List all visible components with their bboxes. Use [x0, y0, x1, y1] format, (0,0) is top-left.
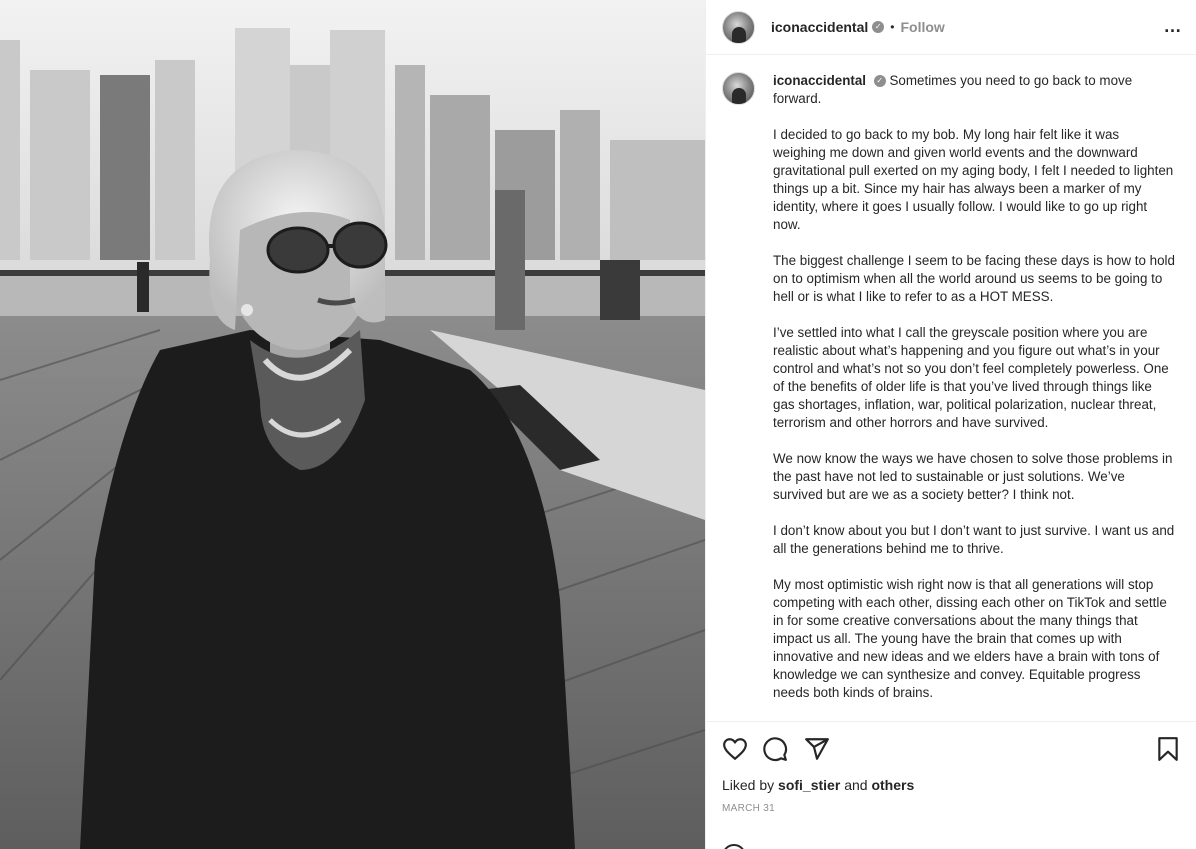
action-bar: Liked by sofi_stier and others MARCH 31 — [706, 721, 1196, 849]
caption-paragraph: My most optimistic wish right now is tha… — [773, 577, 1167, 700]
caption-paragraph: I’ve settled into what I call the greysc… — [773, 325, 1169, 430]
share-icon[interactable] — [804, 736, 830, 762]
liked-by-prefix: Liked by — [722, 777, 775, 793]
caption-text: iconaccidental ✓ Sometimes you need to g… — [773, 72, 1175, 720]
more-options-icon[interactable]: … — [1161, 14, 1185, 38]
liked-by-user[interactable]: sofi_stier — [778, 777, 840, 793]
post-header: iconaccidental ✓ • Follow … — [706, 0, 1196, 55]
others-link[interactable]: others — [871, 777, 914, 793]
caption-paragraph: I decided to go back to my bob. My long … — [773, 127, 1174, 232]
caption-paragraph: We now know the ways we have chosen to s… — [773, 451, 1173, 502]
caption-username[interactable]: iconaccidental — [773, 73, 866, 88]
photo-illustration — [0, 0, 705, 849]
avatar[interactable] — [722, 10, 755, 44]
caption-paragraph: iconaccidental ✓ Sometimes you need to g… — [773, 72, 1175, 108]
post-photo[interactable] — [0, 0, 705, 849]
likes-summary: Liked by sofi_stier and others — [722, 777, 914, 793]
comment-emoji-icon[interactable] — [722, 844, 746, 849]
and-label: and — [844, 777, 868, 793]
follow-button[interactable]: Follow — [900, 19, 944, 35]
caption-area[interactable]: iconaccidental ✓ Sometimes you need to g… — [706, 56, 1196, 721]
caption-avatar[interactable] — [722, 72, 755, 105]
action-icons — [722, 736, 1181, 762]
verified-badge-icon: ✓ — [872, 21, 885, 33]
verified-badge-icon: ✓ — [873, 75, 886, 88]
heart-icon[interactable] — [722, 736, 748, 762]
caption-row: iconaccidental ✓ Sometimes you need to g… — [722, 72, 1181, 720]
separator-dot: • — [890, 20, 895, 34]
post-date[interactable]: MARCH 31 — [722, 803, 775, 814]
caption-paragraph: I don’t know about you but I don’t want … — [773, 523, 1175, 556]
bookmark-icon[interactable] — [1155, 736, 1181, 762]
caption-paragraph: The biggest challenge I seem to be facin… — [773, 253, 1175, 304]
comment-icon[interactable] — [762, 736, 788, 762]
post-side-panel: iconaccidental ✓ • Follow … iconaccident… — [705, 0, 1196, 849]
post-username[interactable]: iconaccidental — [771, 19, 868, 35]
